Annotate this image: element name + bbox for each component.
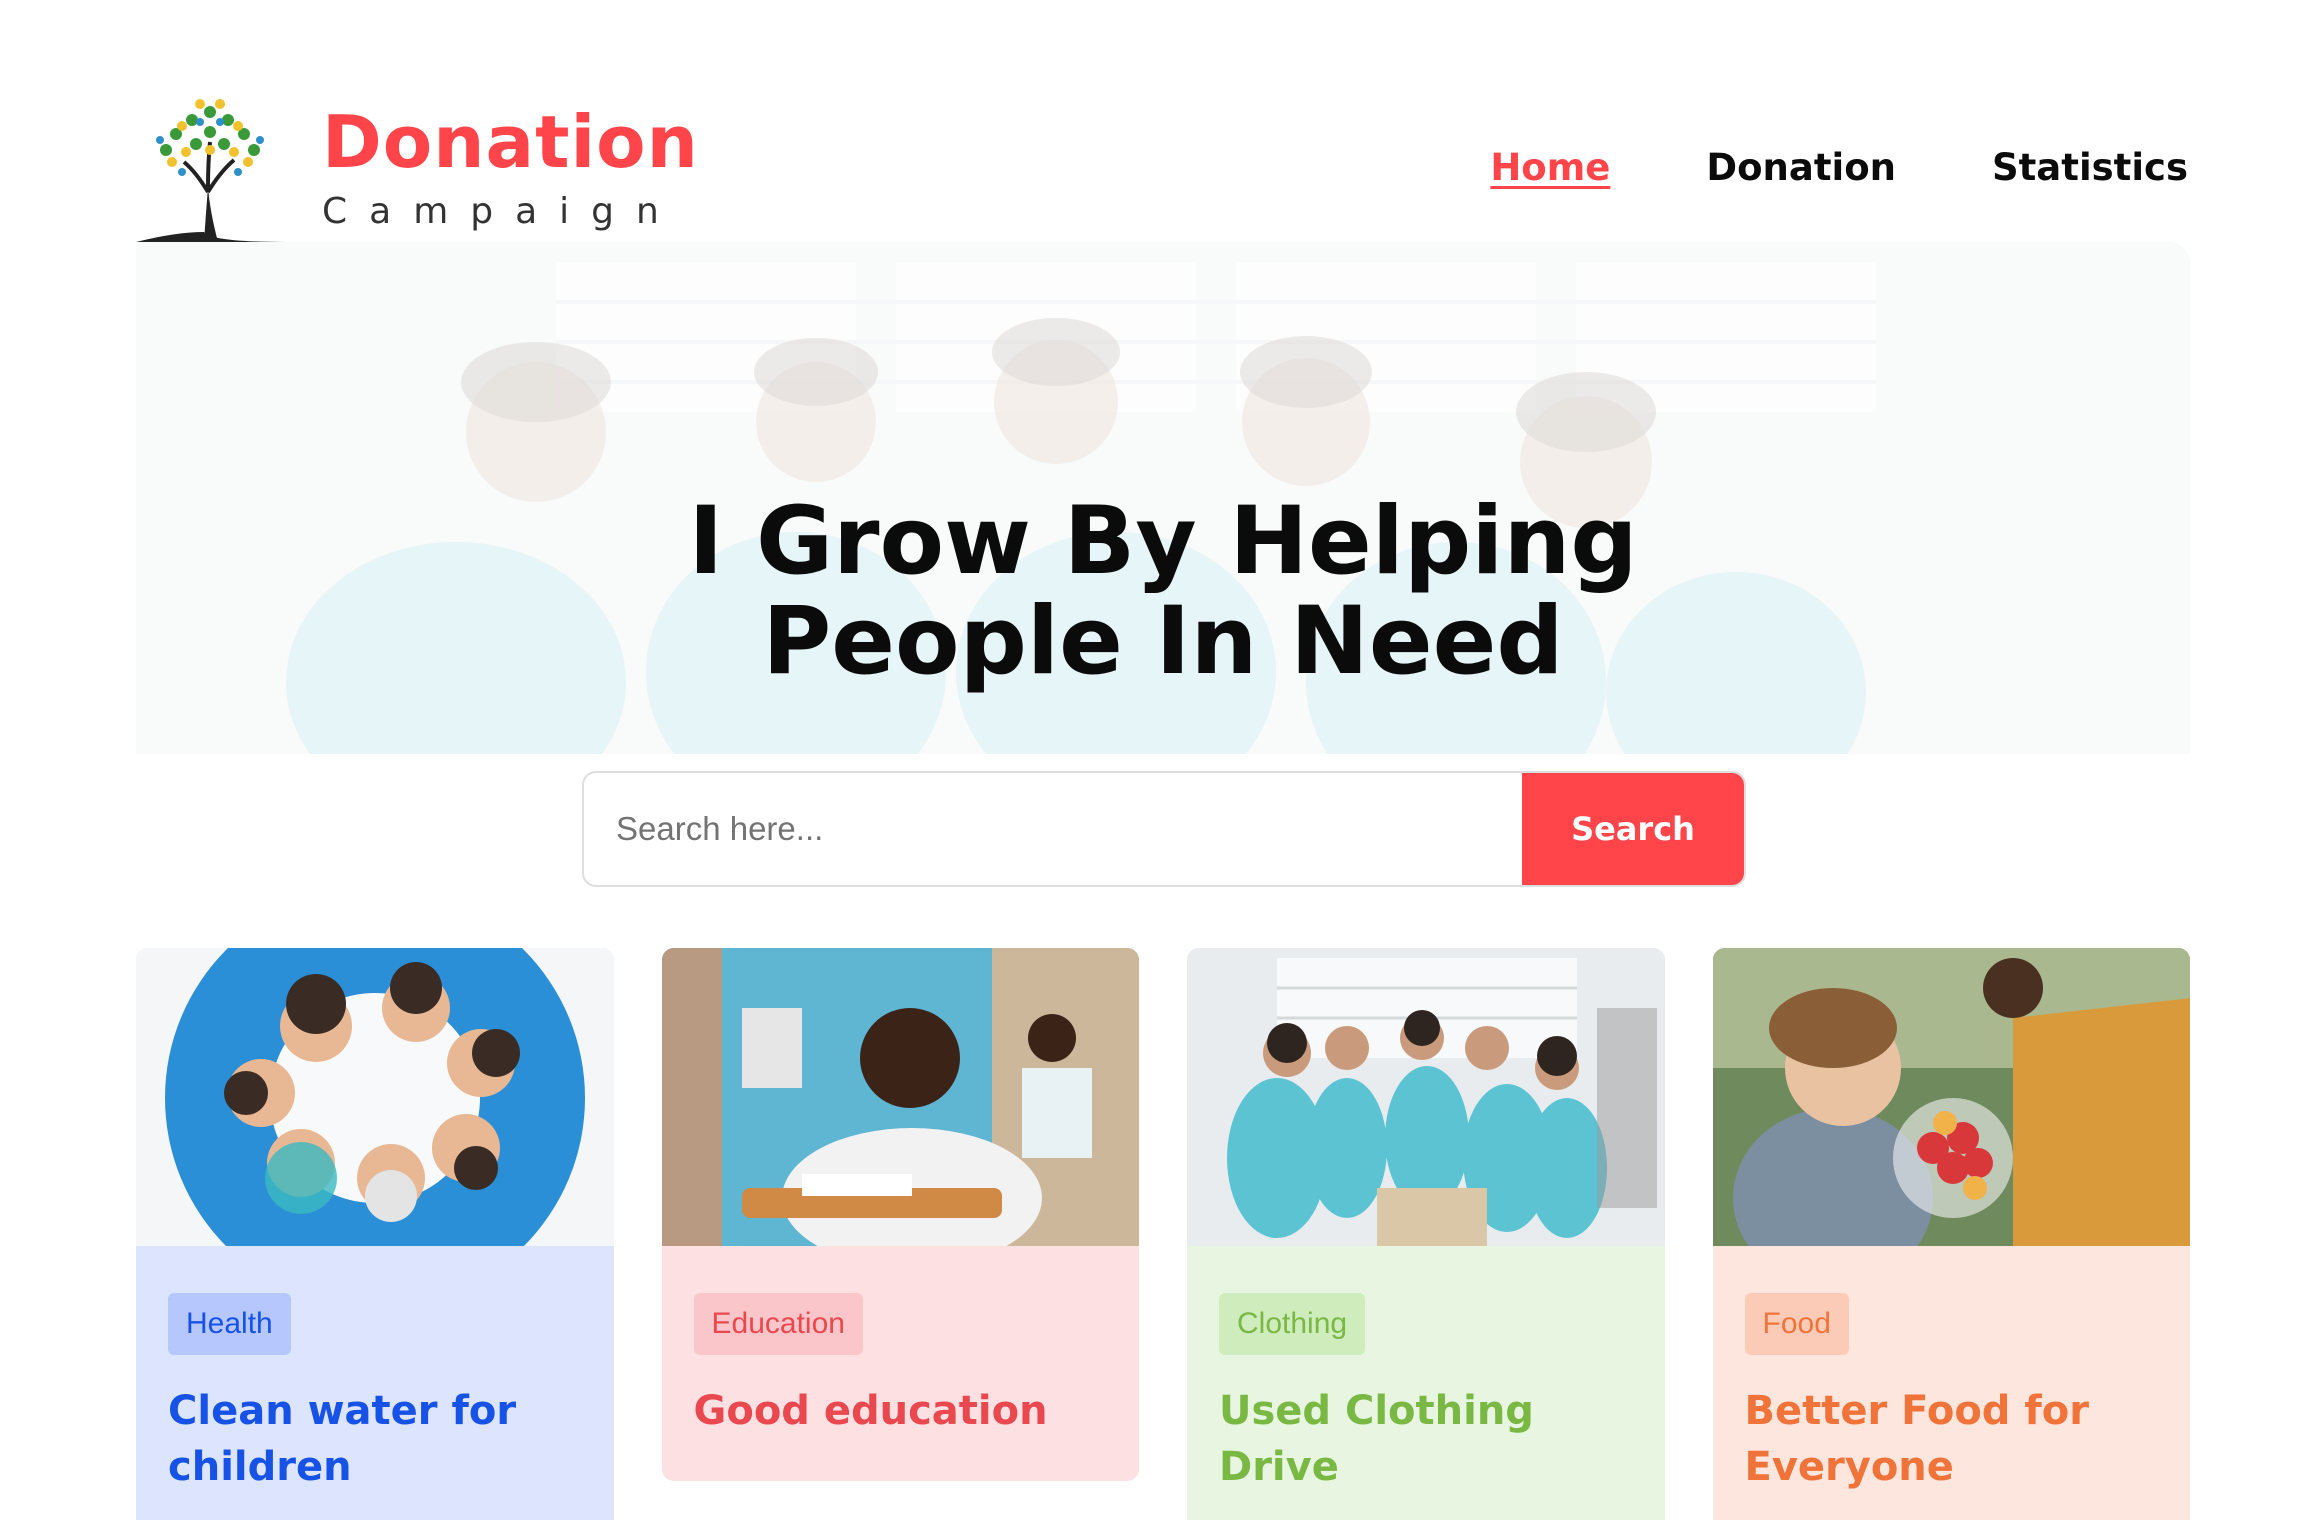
- donation-card[interactable]: Education Good education: [661, 948, 1140, 1481]
- logo-text: Donation Campaign: [322, 106, 699, 230]
- banner-headline: I Grow By Helping People In Need: [688, 487, 1638, 696]
- nav-donation[interactable]: Donation: [1706, 146, 1896, 189]
- card-title: Used Clothing Drive: [1219, 1388, 1534, 1490]
- card-body: Education Good education: [662, 1251, 1140, 1481]
- nav-statistics[interactable]: Statistics: [1992, 146, 2188, 189]
- student-classroom-image: [661, 948, 1139, 1268]
- card-title: Clean water for children: [168, 1388, 517, 1490]
- category-badge: Food: [1744, 1293, 1849, 1355]
- volunteers-circle-image: [136, 948, 614, 1308]
- category-badge: Education: [693, 1293, 863, 1355]
- donation-cards: Health Clean water for children Educatio…: [136, 948, 2190, 1520]
- category-badge: Health: [168, 1293, 291, 1355]
- clothing-volunteers-image: [1187, 948, 1665, 1246]
- tree-logo-icon: [136, 99, 286, 242]
- category-badge: Clothing: [1219, 1293, 1366, 1355]
- card-title: Better Food for Everyone: [1744, 1388, 2089, 1490]
- search-input[interactable]: [584, 773, 1522, 885]
- card-body: Food Better Food for Everyone: [1713, 1251, 2191, 1520]
- food-donation-image: [1712, 948, 2190, 1288]
- card-body: Health Clean water for children: [136, 1251, 614, 1520]
- donation-card[interactable]: Health Clean water for children: [136, 948, 614, 1520]
- main-nav: Home Donation Statistics: [1490, 146, 2188, 189]
- search-button[interactable]: Search: [1522, 773, 1744, 885]
- brand-title: Donation: [322, 100, 699, 184]
- hero-banner: I Grow By Helping People In Need: [136, 242, 2190, 754]
- donation-card[interactable]: Clothing Used Clothing Drive: [1187, 948, 1665, 1520]
- search-bar: Search: [582, 771, 1746, 887]
- brand-logo[interactable]: Donation Campaign: [136, 92, 698, 242]
- card-body: Clothing Used Clothing Drive: [1187, 1251, 1665, 1520]
- donation-card[interactable]: Food Better Food for Everyone: [1712, 948, 2191, 1520]
- nav-home[interactable]: Home: [1490, 146, 1610, 189]
- brand-subtitle: Campaign: [322, 191, 681, 232]
- card-title: Good education: [693, 1388, 1048, 1434]
